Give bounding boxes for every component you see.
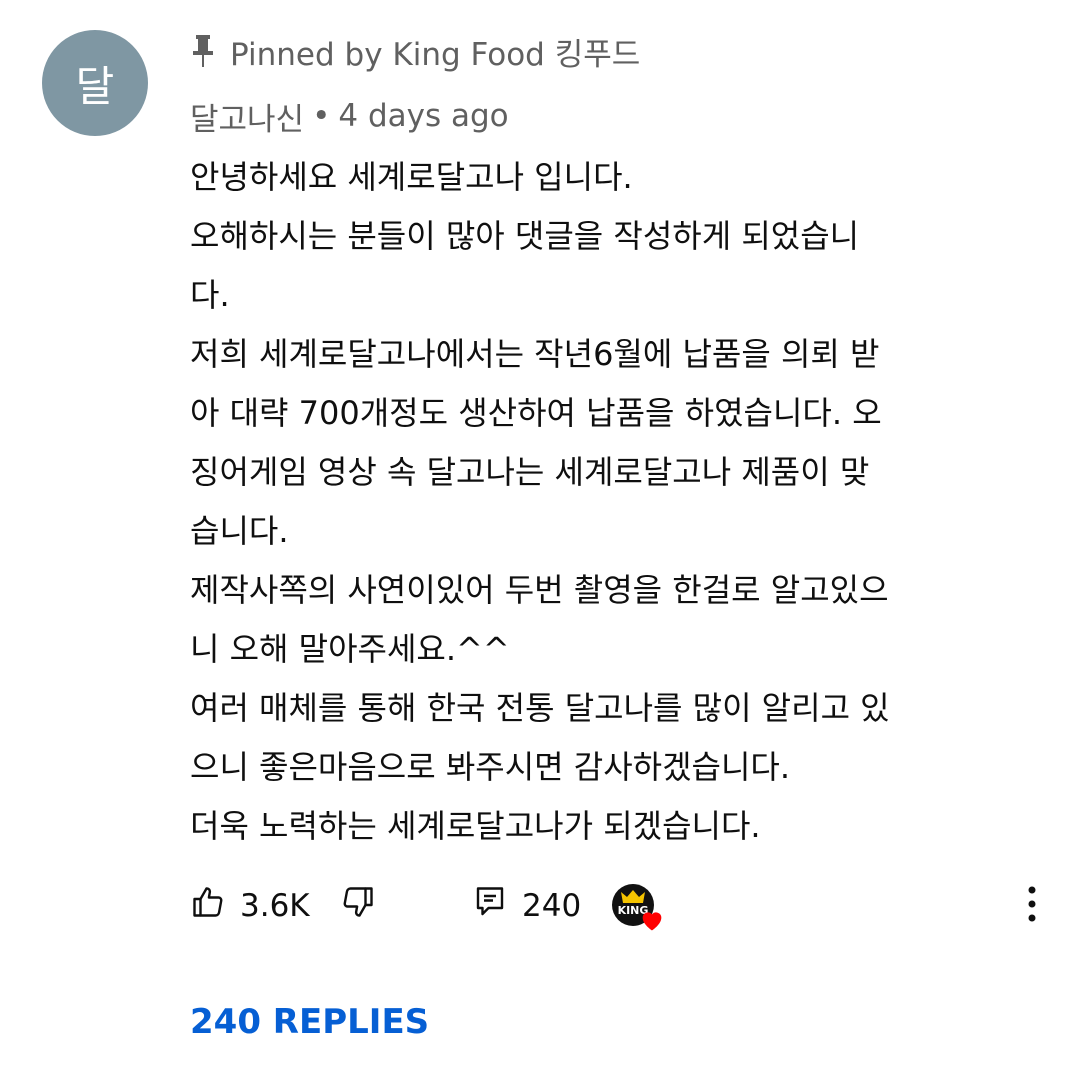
view-replies-button[interactable]: 240 REPLIES (190, 998, 429, 1046)
creator-heart-badge: KING (612, 884, 668, 936)
comment-line: 니 오해 말아주세요.^^ (190, 630, 510, 668)
pinned-text: Pinned by King Food 킹푸드 (230, 36, 641, 73)
avatar-letter: 달 (75, 61, 115, 111)
comment-line: 아 대략 700개정도 생산하여 납품을 하였습니다. 오 (190, 394, 882, 432)
comment-line: 안녕하세요 세계로달고나 입니다. (190, 158, 633, 196)
like-button[interactable]: 3.6K (190, 878, 310, 934)
author-name[interactable]: 달고나신 (190, 94, 304, 139)
comment-line: 으니 좋은마음으로 봐주시면 감사하겠습니다. (190, 748, 791, 786)
author-avatar[interactable]: 달 (42, 30, 148, 136)
comment-line: 습니다. (190, 512, 289, 550)
comment-actions: 3.6K 240 KING (190, 878, 1050, 934)
comment-line: 저희 세계로달고나에서는 작년6월에 납품을 의뢰 받 (190, 335, 880, 373)
pinned-label: Pinned by King Food 킹푸드 (190, 30, 1050, 73)
thumbs-up-icon (190, 884, 226, 928)
heart-icon (642, 912, 662, 931)
comment-line: 다. (190, 276, 230, 314)
comment-line: 더욱 노력하는 세계로달고나가 되겠습니다. (190, 807, 761, 845)
comment-line: 징어게임 영상 속 달고나는 세계로달고나 제품이 맞 (190, 453, 870, 491)
reply-count: 240 (522, 888, 582, 924)
comment-content: Pinned by King Food 킹푸드 달고나신 • 4 days ag… (190, 30, 1050, 856)
like-count: 3.6K (240, 888, 310, 924)
more-options-icon[interactable] (1018, 882, 1046, 926)
pin-icon (190, 33, 216, 69)
comment-icon (472, 884, 508, 928)
comment-line: 제작사쪽의 사연이있어 두번 촬영을 한걸로 알고있으 (190, 571, 889, 609)
comment-line: 오해하시는 분들이 많아 댓글을 작성하게 되었습니 (190, 217, 860, 255)
reply-button[interactable]: 240 (472, 878, 581, 934)
meta-separator: • (312, 98, 331, 134)
comment-time[interactable]: 4 days ago (338, 98, 508, 134)
comment-body: 안녕하세요 세계로달고나 입니다. 오해하시는 분들이 많아 댓글을 작성하게 … (190, 148, 1050, 856)
comment-meta: 달고나신 • 4 days ago (190, 94, 1050, 138)
thumbs-down-icon (340, 884, 376, 928)
comment-line: 여러 매체를 통해 한국 전통 달고나를 많이 알리고 있 (190, 689, 890, 727)
dislike-button[interactable] (340, 878, 376, 934)
